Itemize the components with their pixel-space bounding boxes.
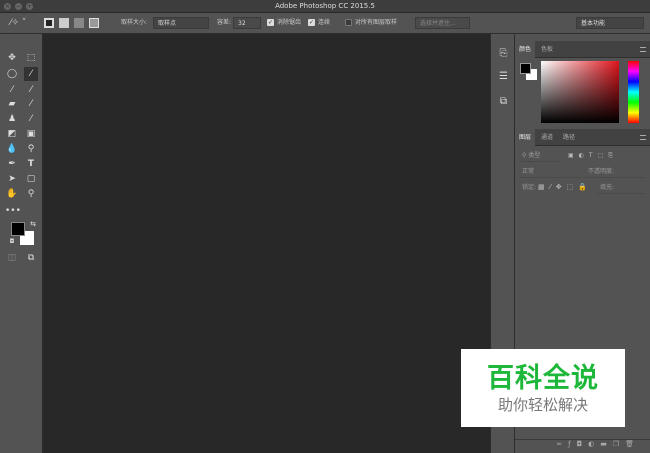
move-tool-icon[interactable]: ✥ bbox=[5, 51, 19, 65]
layer-filter-icons[interactable]: ▣◐T⬚⎘ bbox=[565, 150, 645, 162]
layers-footer-icons[interactable]: ∞ƒ◘◐▬❐🗑 bbox=[515, 439, 650, 453]
healing-brush-tool-icon[interactable]: ▰ bbox=[5, 97, 19, 111]
layers-panel-tabs: 图层 通道 路径 bbox=[515, 129, 650, 146]
layer-filter-select[interactable]: ⚲ 类型 bbox=[519, 150, 561, 162]
libraries-panel-icon[interactable]: ⧉ bbox=[496, 94, 511, 109]
tolerance-input[interactable]: 32 bbox=[233, 17, 261, 29]
tab-swatches[interactable]: 色板 bbox=[537, 41, 557, 58]
foreground-color-swatch[interactable] bbox=[11, 222, 25, 236]
quick-mask-icon[interactable]: ◫ bbox=[5, 251, 19, 265]
fill-label[interactable]: 填充: bbox=[597, 182, 645, 194]
gradient-tool-icon[interactable]: ▣ bbox=[24, 127, 38, 141]
sample-all-layers-checkbox[interactable]: 对所有图层取样 bbox=[345, 17, 397, 29]
zoom-tool-icon[interactable]: ⚲ bbox=[24, 187, 38, 201]
pen-tool-icon[interactable]: ✒ bbox=[5, 157, 19, 171]
more-tools-icon[interactable]: ••• bbox=[5, 204, 21, 218]
brush-tool-icon[interactable]: ⁄ bbox=[24, 97, 38, 111]
default-colors-icon[interactable]: ◘ bbox=[5, 235, 19, 249]
history-brush-tool-icon[interactable]: ⁄ bbox=[24, 112, 38, 126]
lock-label: 锁定: bbox=[522, 184, 537, 191]
subtract-selection-icon[interactable] bbox=[74, 18, 84, 28]
add-to-selection-icon[interactable] bbox=[59, 18, 69, 28]
contiguous-checkbox[interactable]: ✓ 连续 bbox=[308, 17, 330, 29]
type-tool-icon[interactable]: T bbox=[24, 157, 38, 171]
tolerance-label: 容差: bbox=[217, 19, 232, 26]
blend-mode-select[interactable]: 正常 bbox=[519, 166, 581, 178]
watermark-subtitle: 助你轻松解决 bbox=[497, 396, 588, 414]
title-bar: × − + Adobe Photoshop CC 2015.5 bbox=[0, 0, 650, 13]
magic-wand-icon[interactable]: ⁄✧ ˅ bbox=[10, 17, 26, 29]
color-field[interactable] bbox=[541, 61, 619, 123]
select-and-mask-button[interactable]: 选择并遮住... bbox=[415, 17, 470, 29]
watermark-title: 百科全说 bbox=[487, 363, 599, 394]
sample-size-select[interactable]: 取样点 bbox=[153, 17, 209, 29]
hand-tool-icon[interactable]: ✋ bbox=[5, 187, 19, 201]
magic-wand-tool-icon[interactable]: ⁄ bbox=[24, 67, 38, 81]
eraser-tool-icon[interactable]: ◩ bbox=[5, 127, 19, 141]
dodge-tool-icon[interactable]: ⚲ bbox=[24, 142, 38, 156]
panel-menu-icon[interactable] bbox=[640, 47, 646, 52]
new-selection-icon[interactable] bbox=[44, 18, 54, 28]
document-canvas-area[interactable] bbox=[43, 34, 490, 453]
marquee-tool-icon[interactable]: ⬚ bbox=[24, 51, 38, 65]
swap-colors-icon[interactable]: ⇆ bbox=[26, 217, 40, 231]
hue-slider[interactable] bbox=[628, 61, 639, 123]
intersect-selection-icon[interactable] bbox=[89, 18, 99, 28]
history-panel-icon[interactable]: ⎘ bbox=[496, 46, 511, 61]
filter-label: 类型 bbox=[528, 152, 541, 159]
sample-all-layers-label: 对所有图层取样 bbox=[355, 19, 398, 26]
tab-layers[interactable]: 图层 bbox=[515, 129, 536, 146]
clone-stamp-tool-icon[interactable]: ♟ bbox=[5, 112, 19, 126]
contiguous-label: 连续 bbox=[318, 19, 331, 26]
tab-color[interactable]: 颜色 bbox=[515, 41, 536, 58]
tab-paths[interactable]: 路径 bbox=[559, 129, 579, 146]
tools-panel: ✥ ⬚ ◯ ⁄ ⁄ ⁄ ▰ ⁄ ♟ ⁄ ◩ ▣ 💧 ⚲ ✒ T ➤ ▢ ✋ ⚲ … bbox=[0, 34, 43, 453]
workspace-select[interactable]: 基本功能 bbox=[576, 17, 644, 29]
sample-size-label: 取样大小: bbox=[121, 19, 148, 26]
opacity-label[interactable]: 不透明度: bbox=[585, 166, 645, 178]
color-panel-tabs: 颜色 色板 bbox=[515, 41, 650, 58]
antialias-checkbox[interactable]: ✓ 消除锯齿 bbox=[267, 17, 301, 29]
eyedropper-tool-icon[interactable]: ⁄ bbox=[5, 83, 19, 97]
panel-menu-icon[interactable] bbox=[640, 135, 646, 140]
antialias-label: 消除锯齿 bbox=[277, 19, 302, 26]
screen-mode-icon[interactable]: ⧉ bbox=[24, 251, 38, 265]
path-selection-tool-icon[interactable]: ➤ bbox=[5, 172, 19, 186]
tab-channels[interactable]: 通道 bbox=[537, 129, 557, 146]
color-sampler-tool-icon[interactable]: ⁄ bbox=[24, 83, 38, 97]
lock-icons[interactable]: ▦⁄✥⬚🔒 bbox=[535, 181, 592, 193]
fg-color-swatch[interactable] bbox=[520, 63, 531, 74]
window-title: Adobe Photoshop CC 2015.5 bbox=[275, 2, 375, 10]
properties-panel-icon[interactable]: ☰ bbox=[496, 69, 511, 84]
rectangle-tool-icon[interactable]: ▢ bbox=[24, 172, 38, 186]
options-bar: ⁄✧ ˅ 取样大小: 取样点 容差: 32 ✓ 消除锯齿 ✓ 连续 对所有图层取样 … bbox=[0, 13, 650, 34]
lasso-tool-icon[interactable]: ◯ bbox=[5, 67, 19, 81]
blur-tool-icon[interactable]: 💧 bbox=[5, 142, 19, 156]
watermark-logo: 百科全说 助你轻松解决 bbox=[461, 349, 625, 427]
